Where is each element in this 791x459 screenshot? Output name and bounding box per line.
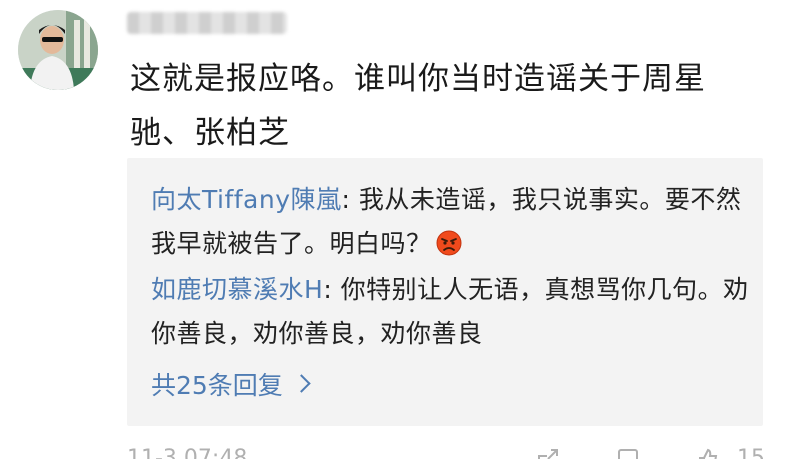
- angry-face-icon: [436, 230, 462, 256]
- reply-box[interactable]: 向太Tiffany陳嵐: 我从未造谣，我只说事实。要不然我早就被告了。明白吗？ …: [127, 158, 763, 426]
- more-replies-link[interactable]: 共25条回复: [151, 366, 311, 406]
- like-count: 15: [737, 446, 765, 459]
- timestamp: 11-3 07:48: [127, 446, 248, 459]
- comment-footer: 11-3 07:48 15: [127, 446, 767, 459]
- reply-item: 向太Tiffany陳嵐: 我从未造谣，我只说事实。要不然我早就被告了。明白吗？: [151, 178, 751, 266]
- username-blurred[interactable]: [127, 12, 287, 34]
- avatar[interactable]: [18, 10, 98, 90]
- comment-icon[interactable]: [617, 448, 639, 459]
- reply-item: 如鹿切慕溪水H: 你特别让人无语，真想骂你几句。劝你善良，劝你善良，劝你善良: [151, 268, 751, 356]
- more-replies-label: 共25条回复: [151, 371, 283, 400]
- user-photo: [18, 10, 98, 90]
- chevron-right-icon: [292, 374, 311, 393]
- share-icon[interactable]: [537, 448, 559, 459]
- like-icon[interactable]: [697, 448, 719, 459]
- comment-text: 这就是报应咯。谁叫你当时造谣关于周星驰、张柏芝: [130, 61, 706, 151]
- reply-author-link[interactable]: 向太Tiffany陳嵐: [151, 185, 342, 214]
- reply-author-link[interactable]: 如鹿切慕溪水H: [151, 275, 323, 304]
